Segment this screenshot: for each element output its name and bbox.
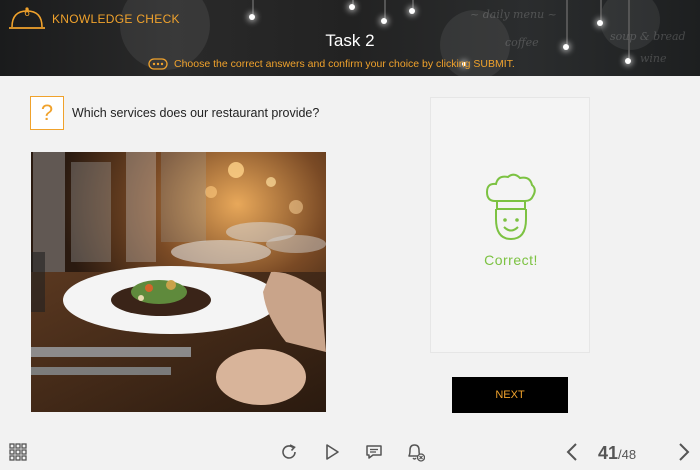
instruction-icon: [148, 58, 168, 70]
question-icon: ?: [30, 96, 64, 130]
question: ? Which services does our restaurant pro…: [30, 96, 319, 130]
player-controls: 41/48: [0, 434, 700, 470]
section-number: 6: [24, 8, 30, 19]
captions-icon[interactable]: [364, 442, 384, 462]
chevron-left-icon[interactable]: [562, 442, 582, 462]
grid-icon[interactable]: [8, 442, 28, 462]
next-button[interactable]: NEXT: [452, 377, 568, 413]
bell-off-icon[interactable]: [405, 442, 425, 462]
task-title: Task 2: [325, 31, 375, 50]
total-pages: /48: [618, 447, 637, 462]
cloche-icon: 6: [8, 6, 46, 32]
restaurant-photo: [31, 152, 326, 412]
instruction: Choose the correct answers and confirm y…: [148, 55, 515, 73]
header-banner: ~ daily menu ~ soup & bread coffee wine …: [0, 0, 700, 76]
question-text: Which services does our restaurant provi…: [72, 106, 320, 120]
chef-icon: [483, 173, 539, 252]
feedback-panel: Correct!: [430, 97, 590, 353]
page-indicator: 41/48: [598, 443, 636, 464]
feedback-text: Correct!: [484, 252, 538, 268]
chevron-right-icon[interactable]: [674, 442, 694, 462]
current-page: 41: [598, 443, 619, 463]
play-icon[interactable]: [322, 442, 342, 462]
replay-icon[interactable]: [279, 442, 299, 462]
instruction-text: Choose the correct answers and confirm y…: [174, 58, 515, 70]
section-label: KNOWLEDGE CHECK: [52, 12, 180, 26]
